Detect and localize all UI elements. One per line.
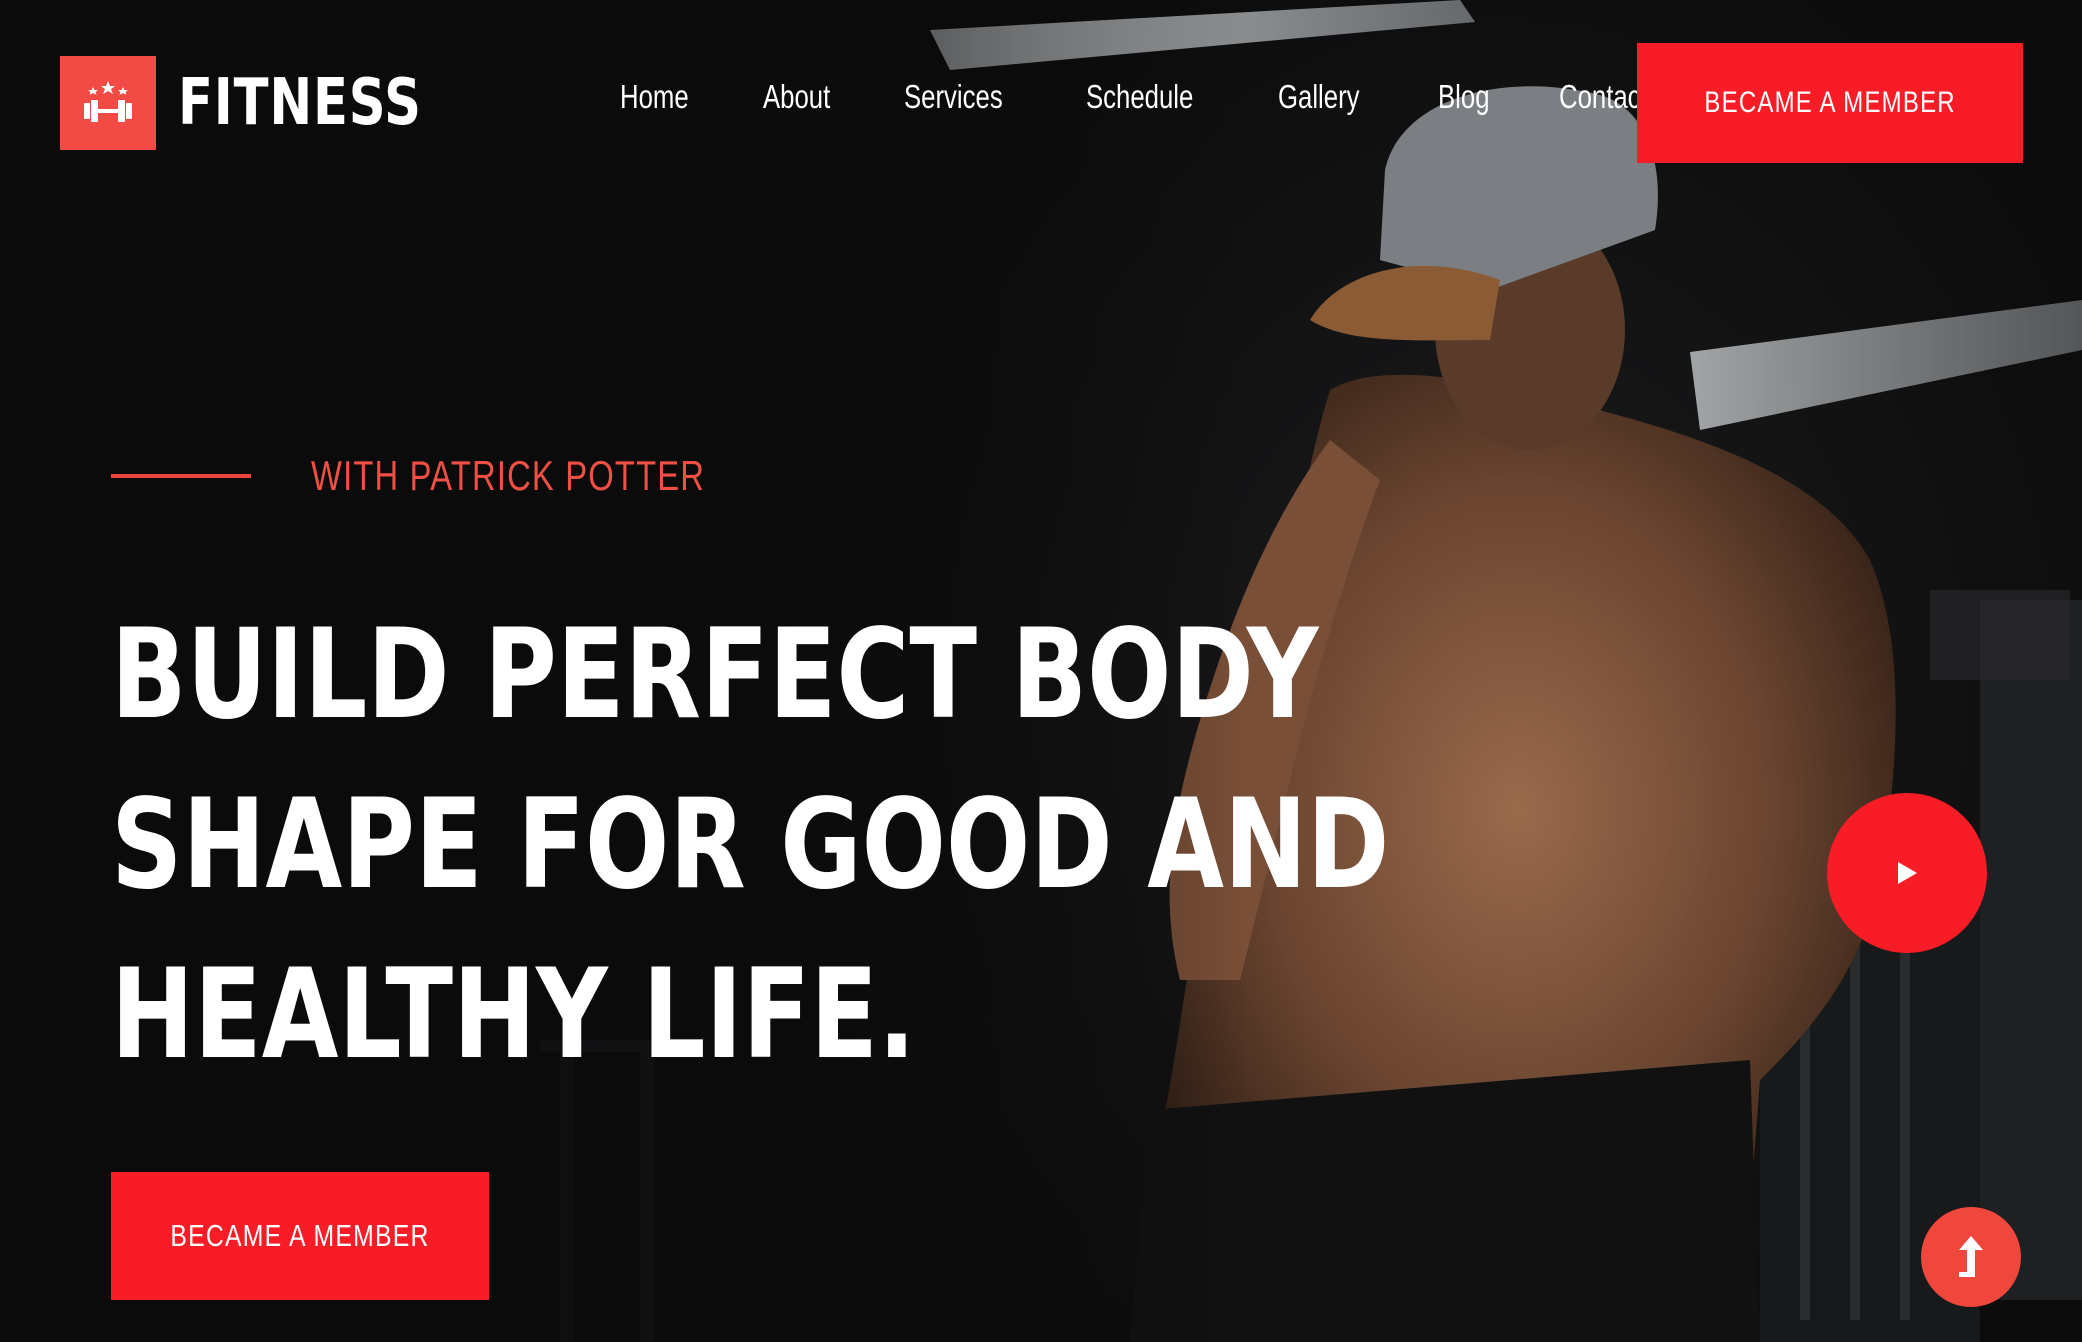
page: FITNESS Home About Services Schedule Gal… (0, 0, 2082, 1342)
nav-item-contact[interactable]: Contact (1559, 78, 1648, 116)
nav-item-schedule[interactable]: Schedule (1086, 78, 1193, 116)
eyebrow-divider (111, 474, 251, 478)
header-become-member-button[interactable]: BECAME A MEMBER (1637, 43, 2023, 163)
play-video-button[interactable] (1827, 793, 1987, 953)
eyebrow-text: WITH PATRICK POTTER (311, 452, 706, 499)
site-header: FITNESS Home About Services Schedule Gal… (0, 0, 2082, 200)
header-cta-label: BECAME A MEMBER (1704, 86, 1956, 119)
scroll-to-top-button[interactable] (1921, 1207, 2021, 1307)
nav-item-gallery[interactable]: Gallery (1278, 78, 1360, 116)
nav-item-about[interactable]: About (763, 78, 830, 116)
hero-headline: BUILD PERFECT BODY SHAPE FOR GOOD AND HE… (111, 590, 1411, 1100)
play-icon (1898, 862, 1917, 884)
headline-line-1: BUILD PERFECT BODY (111, 603, 1319, 747)
dumbbell-stars-icon (60, 56, 156, 150)
hero-become-member-button[interactable]: BECAME A MEMBER (111, 1172, 489, 1300)
hero-eyebrow: WITH PATRICK POTTER (111, 452, 816, 500)
nav-item-home[interactable]: Home (620, 78, 689, 116)
main-nav: Home About Services Schedule Gallery Blo… (620, 78, 1673, 116)
hero-cta-label: BECAME A MEMBER (170, 1218, 430, 1253)
headline-line-2: SHAPE FOR GOOD AND (111, 773, 1390, 917)
logo[interactable]: FITNESS (60, 56, 483, 150)
brand-name: FITNESS (178, 66, 422, 140)
headline-line-3: HEALTHY LIFE. (111, 943, 916, 1087)
nav-item-blog[interactable]: Blog (1438, 78, 1490, 116)
arrow-up-icon (1959, 1236, 1983, 1277)
nav-item-services[interactable]: Services (904, 78, 1003, 116)
